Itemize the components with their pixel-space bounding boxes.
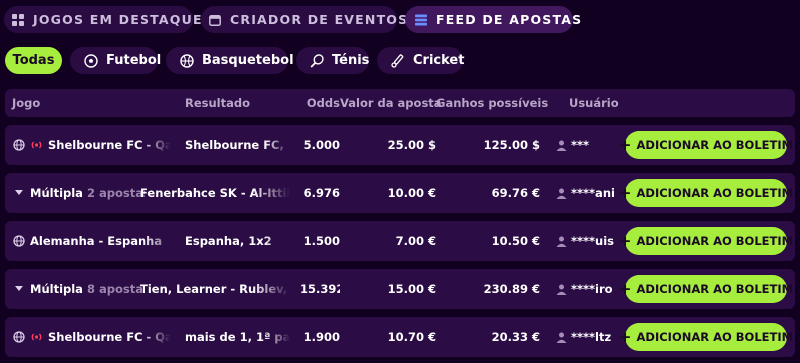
table-row: Múltipla 8 apostas Tien, Learner - Ruble… — [5, 269, 795, 309]
top-tabs: JOGOS EM DESTAQUE CRIADOR DE EVENTOS FEE… — [0, 6, 800, 33]
col-odds: Odds — [306, 96, 340, 110]
add-to-betslip-button[interactable]: + ADICIONAR AO BOLETIM — [619, 179, 793, 207]
plus-icon: + — [618, 327, 632, 346]
col-result: Resultado — [185, 96, 251, 110]
filter-label: Cricket — [413, 53, 465, 68]
plus-icon: + — [618, 279, 632, 298]
game-name[interactable]: Shelbourne FC - Qarabag — [48, 317, 171, 357]
tennis-racket-icon — [310, 53, 324, 68]
plus-icon: + — [618, 231, 632, 250]
chevron-down-icon[interactable] — [15, 173, 23, 213]
winnings-value: 10.50 € — [491, 234, 540, 248]
user-name: ****iro — [571, 282, 613, 296]
soccer-ball-icon — [84, 53, 98, 68]
table-row: Alemanha - Espanha Espanha, 1x2 1.500 7.… — [5, 221, 795, 261]
user-name: *** — [571, 138, 590, 152]
filter-all[interactable]: Todas — [5, 47, 62, 74]
plus-icon: + — [618, 135, 632, 154]
globe-icon — [13, 317, 25, 357]
live-icon — [30, 317, 43, 357]
tab-label: FEED DE APOSTAS — [436, 12, 583, 27]
cricket-icon — [391, 53, 405, 68]
multiple-label: Múltipla — [30, 282, 83, 296]
add-to-betslip-button[interactable]: + ADICIONAR AO BOLETIM — [619, 275, 793, 303]
calendar-icon — [209, 14, 221, 26]
winnings-value: 69.76 € — [491, 186, 540, 200]
user-icon — [556, 317, 567, 357]
tab-label: CRIADOR DE EVENTOS — [230, 12, 409, 27]
multiple-bet-title[interactable]: Múltipla 2 apostas — [30, 173, 145, 213]
game-name[interactable]: Shelbourne FC - Qarabag — [48, 125, 171, 165]
bet-count: 2 apostas — [86, 186, 145, 200]
table-row: Shelbourne FC - Qarabag mais de 1, 1ª pa… — [5, 317, 795, 357]
plus-icon: + — [618, 183, 632, 202]
basketball-icon — [180, 53, 194, 68]
tab-event-creator[interactable]: CRIADOR DE EVENTOS — [201, 6, 407, 33]
filter-label: Todas — [12, 53, 55, 68]
col-stake: Valor da aposta — [340, 96, 442, 110]
sport-filters: Todas Futebol Basquetebol Ténis Cricket — [0, 47, 800, 74]
multiple-bet-title[interactable]: Múltipla 8 apostas — [30, 269, 145, 309]
add-to-betslip-button[interactable]: + ADICIONAR AO BOLETIM — [619, 131, 793, 159]
add-to-betslip-label: ADICIONAR AO BOLETIM — [636, 282, 794, 296]
list-icon — [415, 13, 427, 26]
col-user: Usuário — [569, 96, 619, 110]
globe-icon — [13, 125, 25, 165]
bet-result: Shelbourne FC, 1x2 — [185, 138, 290, 152]
user-icon — [556, 173, 567, 213]
user-icon — [556, 125, 567, 165]
user-icon — [556, 221, 567, 261]
winnings-value: 125.00 $ — [483, 138, 540, 152]
table-row: Shelbourne FC - Qarabag Shelbourne FC, 1… — [5, 125, 795, 165]
globe-icon — [13, 221, 25, 261]
stake-value: 7.00 € — [395, 234, 436, 248]
odds-value: 15.392 — [300, 282, 340, 296]
filter-tennis[interactable]: Ténis — [296, 47, 369, 74]
filter-cricket[interactable]: Cricket — [377, 47, 465, 74]
winnings-value: 20.33 € — [491, 330, 540, 344]
odds-value: 1.500 — [303, 234, 340, 248]
add-to-betslip-button[interactable]: + ADICIONAR AO BOLETIM — [619, 323, 793, 351]
col-winnings: Ganhos possíveis — [436, 96, 549, 110]
live-icon — [30, 125, 43, 165]
tab-featured-games[interactable]: JOGOS EM DESTAQUE — [4, 6, 202, 33]
add-to-betslip-label: ADICIONAR AO BOLETIM — [636, 330, 794, 344]
add-to-betslip-label: ADICIONAR AO BOLETIM — [636, 186, 794, 200]
stake-value: 10.70 € — [387, 330, 436, 344]
stake-value: 25.00 $ — [387, 138, 436, 152]
add-to-betslip-button[interactable]: + ADICIONAR AO BOLETIM — [619, 227, 793, 255]
odds-value: 1.900 — [303, 330, 340, 344]
col-game: Jogo — [12, 96, 41, 110]
stake-value: 10.00 € — [387, 186, 436, 200]
filter-basketball[interactable]: Basquetebol — [166, 47, 294, 74]
bet-result: Fenerbahce SK - Al-Ittihad FC — [140, 186, 290, 200]
table-row: Múltipla 2 apostas Fenerbahce SK - Al-It… — [5, 173, 795, 213]
bet-result: mais de 1, 1ª parte - Total — [185, 330, 290, 344]
filter-label: Ténis — [332, 53, 370, 68]
game-name[interactable]: Alemanha - Espanha — [30, 221, 180, 261]
bet-result: Tien, Learner - Rublev, Andrey — [140, 282, 290, 296]
multiple-label: Múltipla — [30, 186, 83, 200]
user-name: ****uis — [571, 234, 615, 248]
winnings-value: 230.89 € — [483, 282, 540, 296]
filter-football[interactable]: Futebol — [70, 47, 162, 74]
tab-bets-feed[interactable]: FEED DE APOSTAS — [405, 6, 581, 33]
tab-label: JOGOS EM DESTAQUE — [33, 12, 203, 27]
filter-label: Futebol — [106, 53, 162, 68]
filter-label: Basquetebol — [202, 53, 294, 68]
add-to-betslip-label: ADICIONAR AO BOLETIM — [636, 234, 794, 248]
user-name: ****ani — [571, 186, 615, 200]
bets-table-header: Jogo Resultado Odds Valor da aposta Ganh… — [5, 89, 795, 117]
stake-value: 15.00 € — [387, 282, 436, 296]
user-icon — [556, 269, 567, 309]
odds-value: 6.976 — [303, 186, 340, 200]
chevron-down-icon[interactable] — [15, 269, 23, 309]
user-name: ****ltz — [571, 330, 612, 344]
add-to-betslip-label: ADICIONAR AO BOLETIM — [636, 138, 794, 152]
bet-result: Espanha, 1x2 — [185, 234, 272, 248]
bet-count: 8 apostas — [86, 282, 145, 296]
odds-value: 5.000 — [303, 138, 340, 152]
grid-icon — [12, 13, 24, 26]
